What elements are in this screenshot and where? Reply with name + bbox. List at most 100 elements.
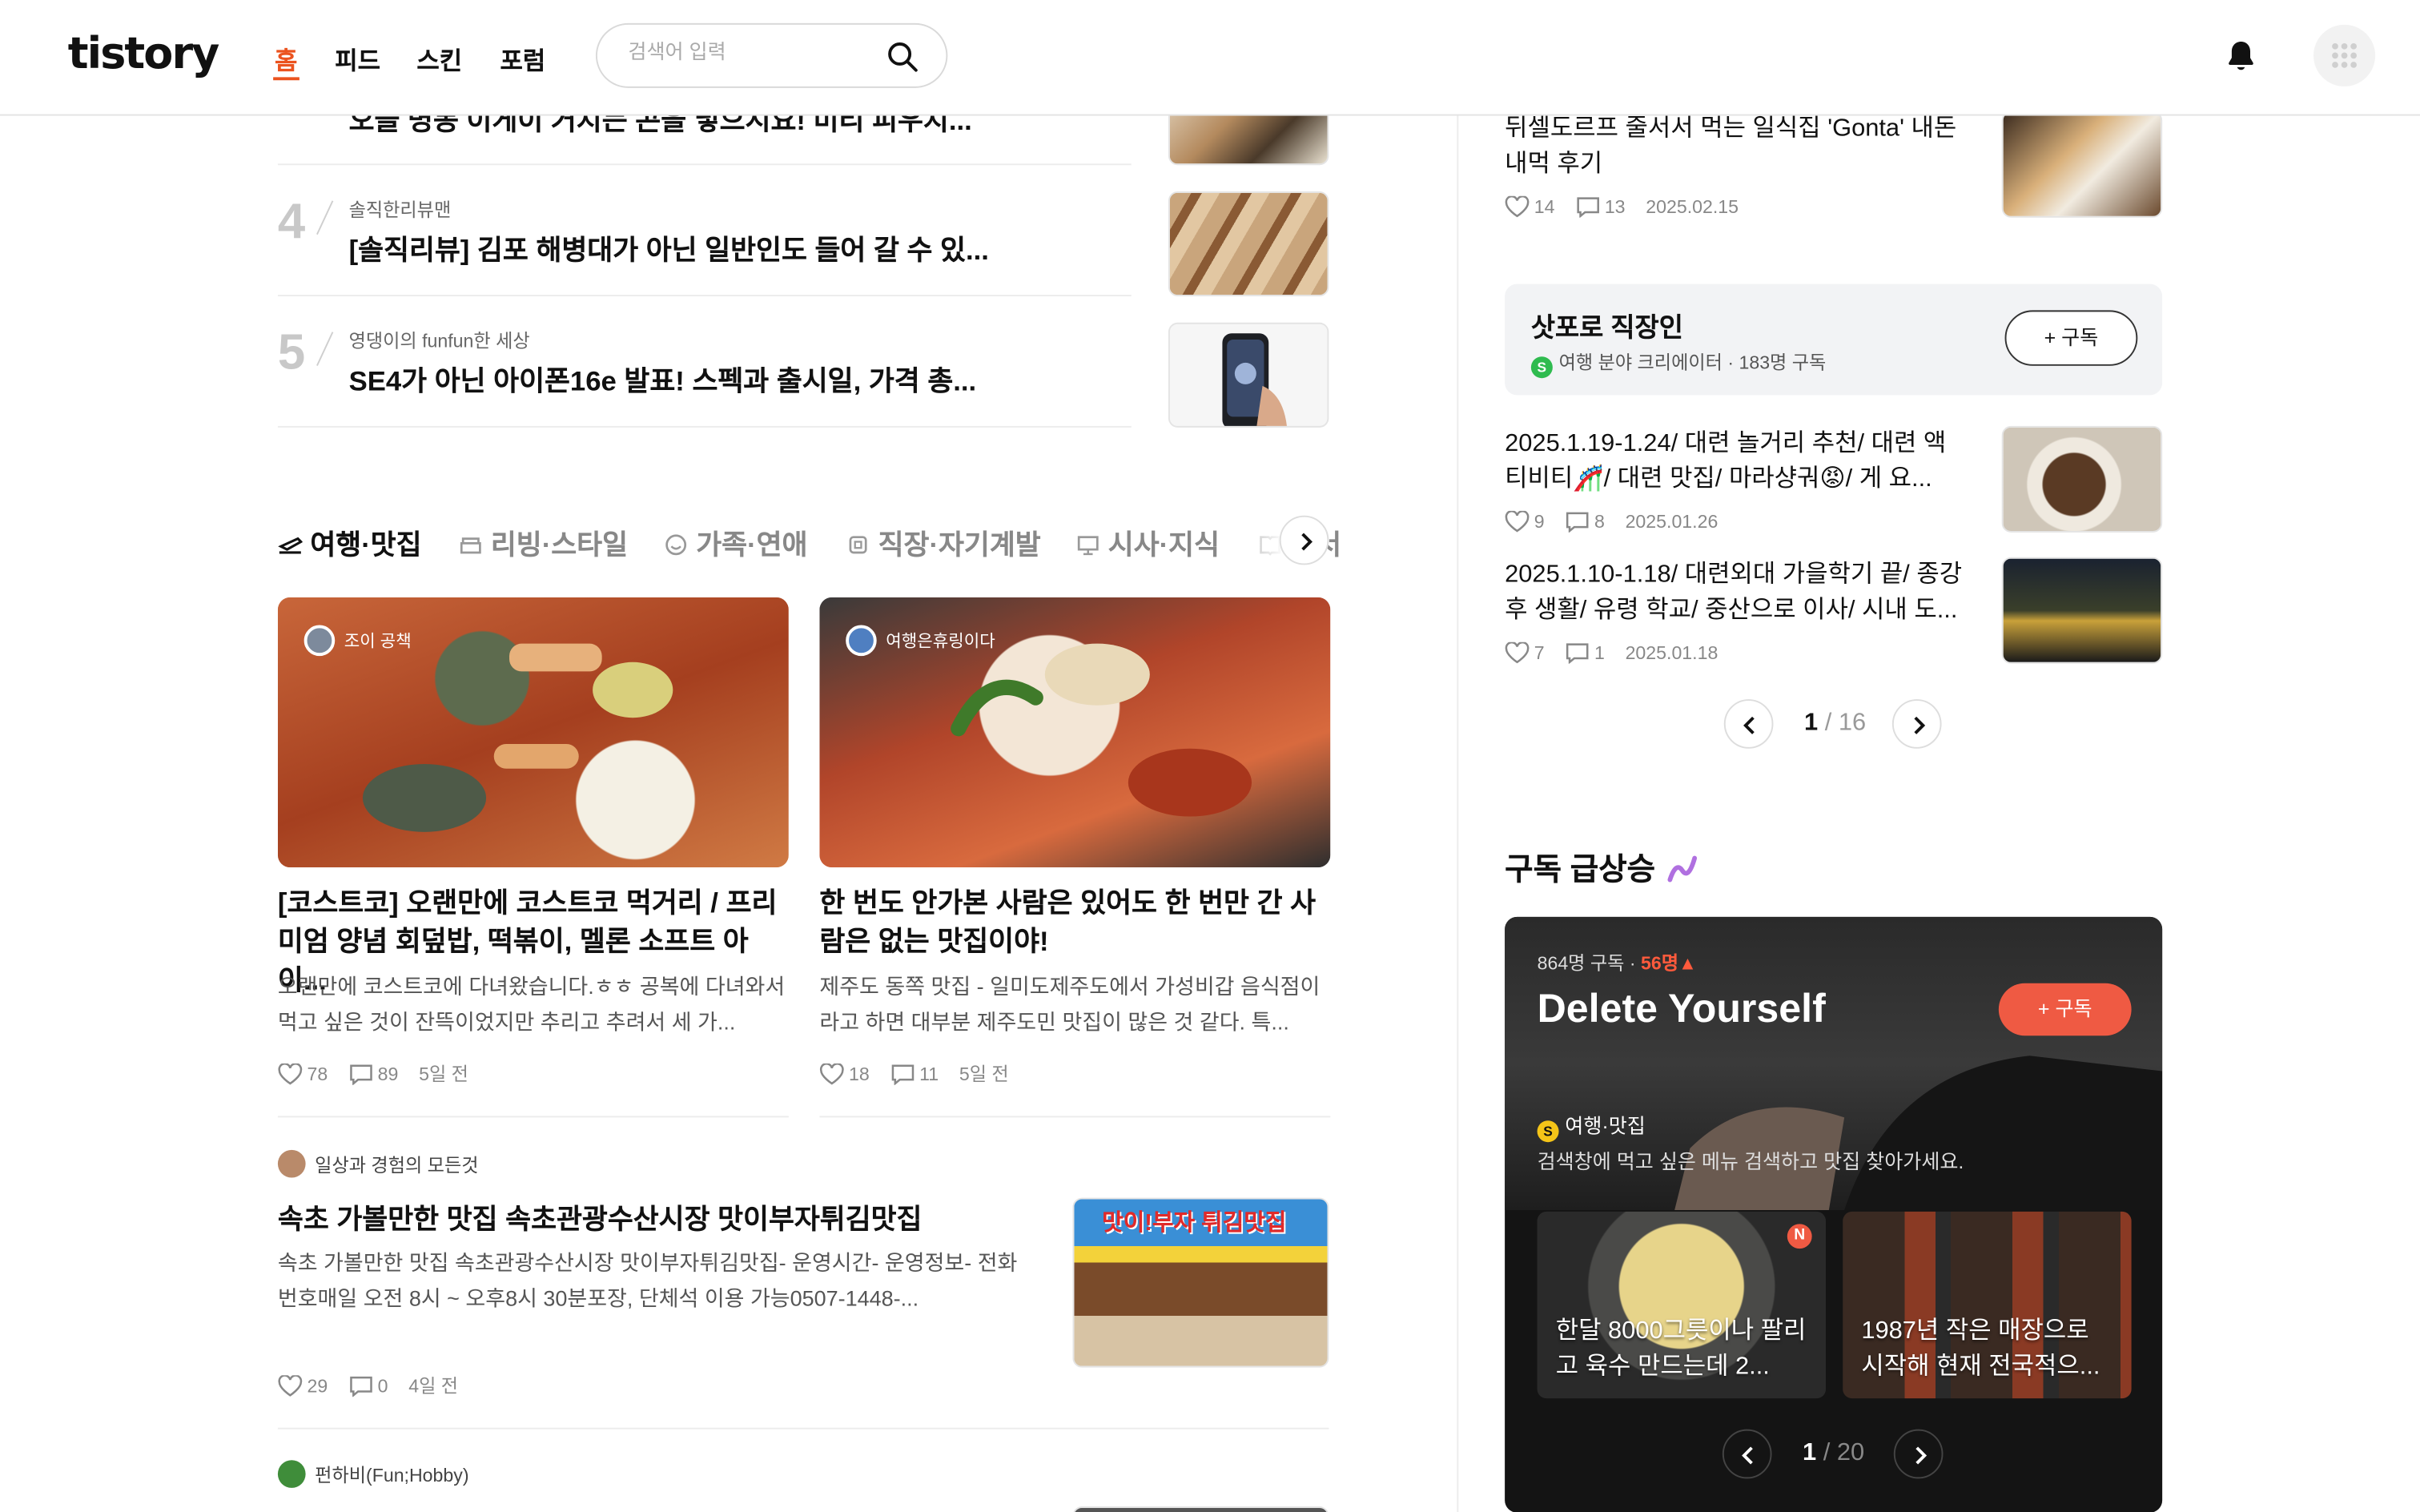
- ranking-title[interactable]: SE4가 아닌 아이폰16e 발표! 스펙과 출시일, 가격 총...: [349, 360, 977, 400]
- list-post-thumbnail[interactable]: 맛이!부자 튀김맛집: [1072, 1197, 1329, 1368]
- trending-prev-button[interactable]: [1722, 1429, 1772, 1479]
- list-post-title[interactable]: 속초 가볼만한 맛집 속초관광수산시장 맛이부자튀김맛집: [278, 1198, 923, 1238]
- post-thumbnail[interactable]: [2001, 111, 2163, 218]
- list-post-meta: 29 0 4일 전: [278, 1372, 458, 1398]
- phone-image: [1222, 333, 1287, 426]
- trending-pager: 1 / 20: [1803, 1440, 1865, 1466]
- next-post-blog[interactable]: 펀하비(Fun;Hobby): [277, 1460, 469, 1488]
- tab-label: 가족·연애: [696, 529, 808, 561]
- tab-work-growth[interactable]: 직장·자기계발: [846, 523, 1041, 563]
- rank-number: 5: [277, 324, 306, 380]
- trending-heading: 구독 급상승: [1505, 844, 1701, 889]
- trending-blog-name[interactable]: Delete Yourself: [1538, 985, 1826, 1033]
- heart-icon[interactable]: [1505, 510, 1530, 533]
- nav-skin[interactable]: 스킨: [416, 40, 462, 77]
- column-divider: [1457, 115, 1459, 1512]
- pager-prev-button[interactable]: [1723, 699, 1774, 749]
- avatar: [304, 625, 336, 657]
- trending-post-title: 1987년 작은 매장으로 시작해 현재 전국적으...: [1861, 1317, 2100, 1381]
- trending-description: 검색창에 먹고 싶은 메뉴 검색하고 맛집 찾아가세요.: [1537, 1149, 1964, 1173]
- ranking-item[interactable]: 4 솔직한리뷰맨 [솔직리뷰] 김포 해병대가 아닌 일반인도 들어 갈 수 있…: [277, 165, 1132, 297]
- post-thumbnail[interactable]: [2001, 425, 2163, 533]
- trending-next-button[interactable]: [1893, 1429, 1944, 1479]
- chevron-right-icon: [1301, 533, 1313, 551]
- card-description[interactable]: 오랜만에 코스트코에 다녀왔습니다.ㅎㅎ 공복에 다녀와서 먹고 싶은 것이 잔…: [278, 969, 789, 1040]
- divider: [277, 1427, 1329, 1430]
- post-title[interactable]: 2025.1.19-1.24/ 대련 놀거리 추천/ 대련 액티비티🎢/ 대련 …: [1505, 426, 1968, 497]
- comment-icon[interactable]: [890, 1064, 915, 1086]
- ranking-blog-name[interactable]: 영댕이의 funfun한 세상: [349, 328, 530, 354]
- creator-name[interactable]: 삿포로 직장인: [1531, 306, 1683, 344]
- tab-family-love[interactable]: 가족·연애: [664, 523, 808, 563]
- avatar: [846, 625, 877, 657]
- post-meta: 7 1 2025.01.18: [1505, 641, 1718, 665]
- post-title[interactable]: 뒤셀도르프 줄서서 먹는 일식집 'Gonta' 내돈내먹 후기: [1505, 111, 1968, 183]
- rank-slash: [316, 200, 334, 235]
- creator-box: 삿포로 직장인 S 여행 분야 크리에이터 · 183명 구독 + 구독: [1505, 284, 2163, 396]
- list-post-description[interactable]: 속초 가볼만한 맛집 속초관광수산시장 맛이부자튀김맛집- 운영시간- 운영정보…: [278, 1245, 1019, 1317]
- tab-news-knowledge[interactable]: 시사·지식: [1075, 523, 1220, 563]
- apps-menu-button[interactable]: [2313, 24, 2376, 86]
- tab-label: 리빙·스타일: [490, 529, 629, 561]
- comment-icon[interactable]: [1575, 196, 1600, 219]
- heart-icon[interactable]: [278, 1063, 303, 1085]
- comment-icon[interactable]: [1565, 511, 1590, 533]
- next-post-thumbnail[interactable]: [1072, 1506, 1329, 1512]
- card-meta: 78 89 5일 전: [278, 1060, 468, 1087]
- comment-icon[interactable]: [348, 1064, 373, 1086]
- card-description[interactable]: 제주도 동쪽 맛집 - 일미도제주도에서 가성비갑 음식점이라고 하면 대부분 …: [819, 969, 1330, 1040]
- tab-fade: [1222, 509, 1284, 574]
- ranking-thumbnail[interactable]: [1168, 322, 1329, 428]
- tab-label: 여행·맛집: [310, 529, 422, 561]
- sofa-icon: [460, 537, 481, 554]
- top-header: tistory 홈 피드 스킨 포럼: [0, 0, 2420, 116]
- comment-icon[interactable]: [1565, 642, 1590, 665]
- nav-forum[interactable]: 포럼: [500, 40, 545, 77]
- tab-living-style[interactable]: 리빙·스타일: [458, 523, 628, 563]
- comment-icon[interactable]: [348, 1375, 373, 1397]
- chevron-right-icon: [1914, 716, 1926, 734]
- trending-card[interactable]: 864명 구독 · 56명▲ Delete Yourself + 구독 S 여행·…: [1505, 916, 2163, 1512]
- bell-icon[interactable]: [2222, 37, 2259, 74]
- card-blog-name[interactable]: 조이 공책: [304, 625, 412, 657]
- board-icon: [1077, 536, 1099, 556]
- plane-icon: [278, 537, 303, 554]
- search-input[interactable]: [628, 40, 875, 64]
- ranking-title[interactable]: [솔직리뷰] 김포 해병대가 아닌 일반인도 들어 갈 수 있...: [349, 228, 989, 268]
- creator-meta: S 여행 분야 크리에이터 · 183명 구독: [1530, 349, 1826, 379]
- category-badge-icon: S: [1537, 1120, 1559, 1143]
- search-box: [595, 22, 948, 88]
- ranking-item[interactable]: 5 영댕이의 funfun한 세상 SE4가 아닌 아이폰16e 발표! 스펙과…: [277, 296, 1132, 428]
- card-blog-name[interactable]: 여행은휴링이다: [846, 625, 995, 657]
- ranking-thumbnail[interactable]: [1168, 191, 1329, 297]
- heart-icon[interactable]: [819, 1063, 844, 1085]
- ranking-blog-name[interactable]: 솔직한리뷰맨: [349, 196, 452, 223]
- divider: [819, 1116, 1331, 1118]
- card-title[interactable]: 한 번도 안가본 사람은 있어도 한 번만 간 사람은 없는 맛집이야!: [819, 884, 1330, 961]
- avatar: [277, 1149, 306, 1178]
- trending-subscribe-button[interactable]: + 구독: [1998, 983, 2132, 1036]
- trending-post[interactable]: N 한달 8000그릇이나 팔리고 육수 만드는데 2...: [1537, 1211, 1826, 1399]
- heart-icon[interactable]: [278, 1374, 303, 1397]
- pager-next-button[interactable]: [1891, 699, 1942, 749]
- heart-icon[interactable]: [1505, 195, 1530, 218]
- post-meta: 14 13 2025.02.15: [1505, 195, 1739, 219]
- list-post-blog[interactable]: 일상과 경험의 모든것: [277, 1149, 479, 1178]
- pager-indicator: 1 / 16: [1803, 710, 1867, 737]
- post-title[interactable]: 2025.1.10-1.18/ 대련외대 가을학기 끝/ 종강 후 생활/ 유령…: [1505, 557, 1968, 629]
- tab-travel-food[interactable]: 여행·맛집: [278, 523, 422, 563]
- tistory-logo[interactable]: tistory: [68, 28, 220, 79]
- shop-sign-text: 맛이!부자 튀김맛집: [1102, 1210, 1287, 1237]
- post-thumbnail[interactable]: [2001, 557, 2163, 664]
- nav-home[interactable]: 홈: [275, 40, 297, 77]
- avatar: [277, 1460, 306, 1488]
- trending-post[interactable]: 1987년 작은 매장으로 시작해 현재 전국적으...: [1843, 1211, 2132, 1399]
- search-icon[interactable]: [886, 40, 919, 74]
- heart-icon[interactable]: [1505, 641, 1530, 664]
- chevron-right-icon: [1915, 1446, 1928, 1465]
- subscribe-button[interactable]: + 구독: [2004, 310, 2138, 366]
- creator-badge-icon: S: [1530, 356, 1553, 379]
- category-next-button[interactable]: [1279, 515, 1329, 565]
- nav-feed[interactable]: 피드: [335, 40, 380, 77]
- divider: [277, 1116, 789, 1118]
